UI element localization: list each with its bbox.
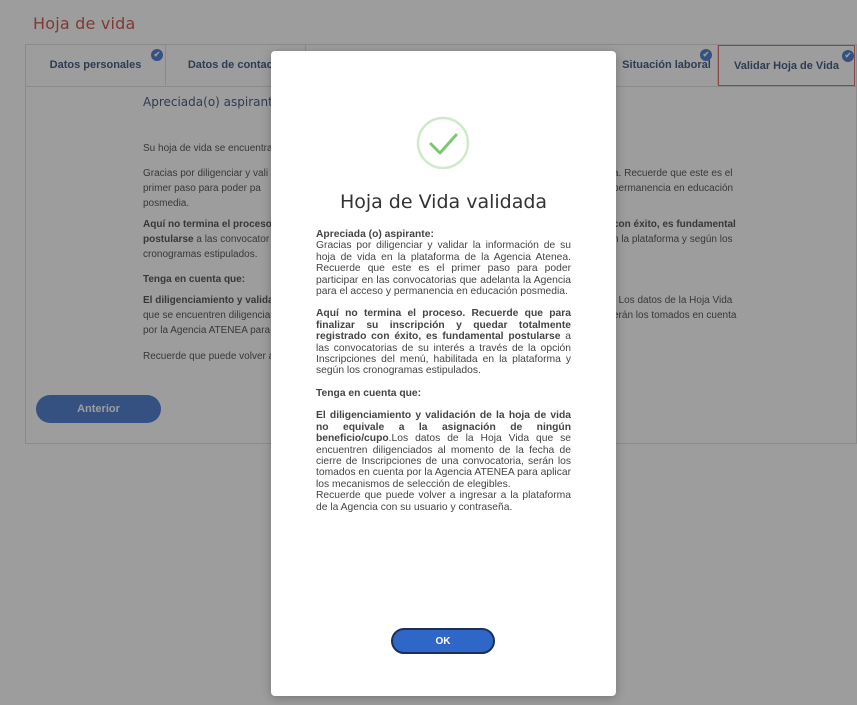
ok-button[interactable]: OK xyxy=(391,628,495,654)
modal-title: Hoja de Vida validada xyxy=(339,191,548,213)
validation-modal: Hoja de Vida validada Apreciada (o) aspi… xyxy=(271,51,616,696)
success-check-icon xyxy=(416,116,470,170)
modal-process-bold: Aquí no termina el proceso. Recuerde que… xyxy=(316,308,571,343)
modal-body: Apreciada (o) aspirante: Gracias por dili… xyxy=(316,229,571,513)
modal-greeting: Apreciada (o) aspirante: xyxy=(316,229,434,240)
modal-return-text: Recuerde que puede volver a ingresar a l… xyxy=(316,490,571,513)
modal-thanks-text: Gracias por diligenciar y validar la inf… xyxy=(316,240,571,298)
modal-note-heading: Tenga en cuenta que: xyxy=(316,387,422,399)
